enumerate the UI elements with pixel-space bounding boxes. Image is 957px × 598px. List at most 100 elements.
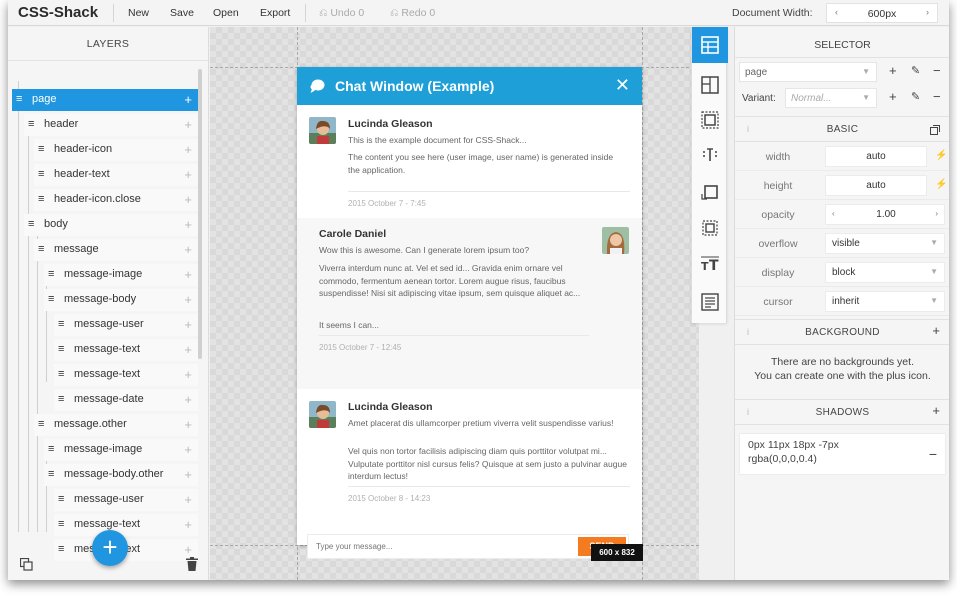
property-select[interactable]: block ▼ bbox=[825, 262, 945, 283]
drag-handle-icon[interactable]: ≡ bbox=[28, 118, 34, 130]
layer-item[interactable]: ≡ header-text + bbox=[34, 164, 198, 186]
chat-window-preview[interactable]: Chat Window (Example) ✕ Lucinda Gleason … bbox=[297, 67, 642, 559]
add-variant-button[interactable]: + bbox=[889, 89, 897, 104]
add-child-icon[interactable]: + bbox=[184, 517, 192, 532]
basic-section-header[interactable]: i BASIC bbox=[735, 116, 949, 142]
increase-arrow-icon[interactable]: › bbox=[926, 7, 929, 17]
margin-box-icon[interactable] bbox=[699, 217, 721, 239]
open-button[interactable]: Open bbox=[213, 7, 239, 19]
drag-handle-icon[interactable]: ≡ bbox=[38, 143, 44, 155]
export-button[interactable]: Export bbox=[260, 7, 290, 19]
add-child-icon[interactable]: + bbox=[184, 342, 192, 357]
border-box-icon[interactable] bbox=[699, 180, 721, 202]
drag-handle-icon[interactable]: ≡ bbox=[38, 193, 44, 205]
document-width-stepper[interactable]: ‹ 600px › bbox=[826, 3, 938, 23]
add-child-icon[interactable]: + bbox=[184, 192, 192, 207]
layers-scrollbar[interactable] bbox=[198, 69, 202, 359]
chat-header[interactable]: Chat Window (Example) ✕ bbox=[297, 67, 642, 105]
add-child-icon[interactable]: + bbox=[184, 92, 192, 107]
drag-handle-icon[interactable]: ≡ bbox=[28, 218, 34, 230]
tool-layout-grid[interactable] bbox=[692, 27, 728, 63]
shadows-section-header[interactable]: i SHADOWS + bbox=[735, 399, 949, 425]
add-shadow-button[interactable]: + bbox=[932, 403, 940, 418]
add-child-icon[interactable]: + bbox=[184, 117, 192, 132]
increase-arrow-icon[interactable]: › bbox=[935, 209, 938, 218]
add-child-icon[interactable]: + bbox=[184, 367, 192, 382]
layer-item[interactable]: ≡ header-icon.close + bbox=[34, 189, 198, 211]
background-section-header[interactable]: i BACKGROUND + bbox=[735, 319, 949, 345]
add-child-icon[interactable]: + bbox=[184, 392, 192, 407]
drag-handle-icon[interactable]: ≡ bbox=[38, 418, 44, 430]
drag-handle-icon[interactable]: ≡ bbox=[58, 368, 64, 380]
layer-item[interactable]: ≡ page + bbox=[12, 89, 198, 111]
design-canvas[interactable]: Chat Window (Example) ✕ Lucinda Gleason … bbox=[210, 27, 699, 580]
add-child-icon[interactable]: + bbox=[184, 242, 192, 257]
text-cursor-icon[interactable] bbox=[699, 144, 721, 166]
layer-item[interactable]: ≡ message-body.other + bbox=[44, 464, 198, 486]
selector-dropdown[interactable]: page ▼ bbox=[739, 62, 877, 82]
drag-handle-icon[interactable]: ≡ bbox=[58, 493, 64, 505]
message-input[interactable] bbox=[308, 535, 578, 558]
save-button[interactable]: Save bbox=[170, 7, 194, 19]
add-child-icon[interactable]: + bbox=[184, 142, 192, 157]
add-child-icon[interactable]: + bbox=[184, 292, 192, 307]
layer-item[interactable]: ≡ message-image + bbox=[44, 264, 198, 286]
drag-handle-icon[interactable]: ≡ bbox=[48, 443, 54, 455]
opacity-stepper[interactable]: ‹ 1.00 › bbox=[825, 204, 945, 225]
add-child-icon[interactable]: + bbox=[184, 217, 192, 232]
text-align-icon[interactable] bbox=[699, 291, 721, 313]
add-child-icon[interactable]: + bbox=[184, 317, 192, 332]
drag-handle-icon[interactable]: ≡ bbox=[16, 93, 22, 105]
collapse-icon[interactable] bbox=[930, 125, 940, 135]
add-child-icon[interactable]: + bbox=[184, 267, 192, 282]
lightning-icon[interactable]: ⚡ bbox=[935, 179, 947, 190]
layer-item[interactable]: ≡ message-user + bbox=[54, 314, 198, 336]
drag-handle-icon[interactable]: ≡ bbox=[38, 168, 44, 180]
undo-button[interactable]: ⎌ Undo 0 bbox=[319, 7, 364, 20]
layer-item[interactable]: ≡ message-date + bbox=[54, 389, 198, 411]
drag-handle-icon[interactable]: ≡ bbox=[48, 268, 54, 280]
layer-item[interactable]: ≡ header + bbox=[24, 114, 198, 136]
redo-button[interactable]: ⎌ Redo 0 bbox=[390, 7, 435, 20]
add-background-button[interactable]: + bbox=[932, 323, 940, 338]
drag-handle-icon[interactable]: ≡ bbox=[58, 518, 64, 530]
layer-item[interactable]: ≡ message-text + bbox=[54, 339, 198, 361]
drag-handle-icon[interactable]: ≡ bbox=[58, 318, 64, 330]
font-size-icon[interactable]: T T bbox=[699, 253, 721, 275]
duplicate-icon[interactable] bbox=[20, 558, 33, 571]
drag-handle-icon[interactable]: ≡ bbox=[48, 468, 54, 480]
layer-item[interactable]: ≡ message.other + bbox=[34, 414, 198, 436]
drag-handle-icon[interactable]: ≡ bbox=[58, 543, 64, 555]
new-button[interactable]: New bbox=[128, 7, 149, 19]
add-selector-button[interactable]: + bbox=[889, 63, 897, 78]
trash-icon[interactable] bbox=[186, 557, 198, 571]
layer-item[interactable]: ≡ body + bbox=[24, 214, 198, 236]
edit-variant-icon[interactable]: ✎ bbox=[911, 90, 920, 103]
add-child-icon[interactable]: + bbox=[184, 542, 192, 557]
property-select[interactable]: inherit ▼ bbox=[825, 291, 945, 312]
add-child-icon[interactable]: + bbox=[184, 492, 192, 507]
variant-dropdown[interactable]: Normal... ▼ bbox=[785, 88, 877, 108]
layer-item[interactable]: ≡ header-icon + bbox=[34, 139, 198, 161]
lightning-icon[interactable]: ⚡ bbox=[935, 150, 947, 161]
remove-selector-button[interactable]: − bbox=[933, 63, 941, 78]
property-input[interactable]: auto bbox=[825, 175, 927, 196]
drag-handle-icon[interactable]: ≡ bbox=[58, 393, 64, 405]
layer-item[interactable]: ≡ message-text + bbox=[54, 514, 198, 536]
add-child-icon[interactable]: + bbox=[184, 467, 192, 482]
layer-item[interactable]: ≡ message + bbox=[34, 239, 198, 261]
add-child-icon[interactable]: + bbox=[184, 167, 192, 182]
layer-item[interactable]: ≡ message-image + bbox=[44, 439, 198, 461]
drag-handle-icon[interactable]: ≡ bbox=[38, 243, 44, 255]
shadow-item[interactable]: 0px 11px 18px -7px rgba(0,0,0,0.4) − bbox=[739, 433, 946, 475]
layer-item[interactable]: ≡ message-body + bbox=[44, 289, 198, 311]
edit-selector-icon[interactable]: ✎ bbox=[911, 64, 920, 77]
property-input[interactable]: auto bbox=[825, 146, 927, 167]
add-child-icon[interactable]: + bbox=[184, 417, 192, 432]
drag-handle-icon[interactable]: ≡ bbox=[48, 293, 54, 305]
padding-box-icon[interactable] bbox=[699, 109, 721, 131]
drag-handle-icon[interactable]: ≡ bbox=[58, 343, 64, 355]
layer-item[interactable]: ≡ message-user + bbox=[54, 489, 198, 511]
layer-item[interactable]: ≡ message-text + bbox=[54, 364, 198, 386]
close-icon[interactable]: ✕ bbox=[615, 75, 630, 96]
